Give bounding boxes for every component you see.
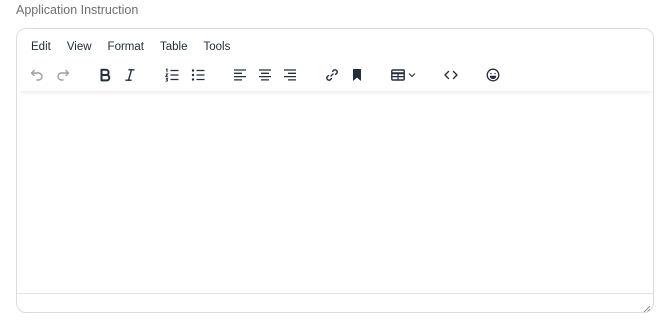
editor-statusbar [17,293,653,312]
align-left-button[interactable] [229,64,251,86]
bullet-list-icon [191,69,205,81]
align-left-icon [234,69,246,81]
rich-text-editor: Edit View Format Table Tools [16,28,654,313]
emoji-icon [486,68,500,82]
redo-button[interactable] [52,64,74,86]
resize-grip-icon [643,305,651,312]
italic-button[interactable] [119,64,141,86]
align-center-button[interactable] [254,64,276,86]
source-code-button[interactable] [440,64,462,86]
field-label: Application Instruction [16,3,139,17]
bold-button[interactable] [94,64,116,86]
table-button[interactable] [388,64,418,86]
undo-button[interactable] [26,64,48,86]
link-icon [326,69,338,81]
menu-view[interactable]: View [59,38,100,56]
editor-toolbar [17,61,653,91]
emoji-button[interactable] [482,64,504,86]
align-right-button[interactable] [279,64,301,86]
menu-tools[interactable]: Tools [195,38,238,56]
menu-format[interactable]: Format [100,38,152,56]
source-code-icon [444,70,458,80]
numbered-list-icon [164,68,179,82]
align-center-icon [259,69,271,81]
editor-content-area[interactable] [17,93,653,295]
table-icon [391,69,405,81]
undo-icon [30,69,43,81]
editor-menubar: Edit View Format Table Tools [23,38,238,56]
menu-table[interactable]: Table [152,38,196,56]
resize-handle[interactable] [641,300,651,312]
bullet-list-button[interactable] [187,64,209,86]
bookmark-icon [353,69,361,81]
link-button[interactable] [321,64,343,86]
menu-edit[interactable]: Edit [23,38,59,56]
numbered-list-button[interactable] [161,64,183,86]
chevron-down-icon [408,73,416,78]
italic-icon [125,69,135,81]
anchor-button[interactable] [346,64,368,86]
redo-icon [57,69,70,81]
bold-icon [100,68,111,82]
align-right-icon [284,69,296,81]
